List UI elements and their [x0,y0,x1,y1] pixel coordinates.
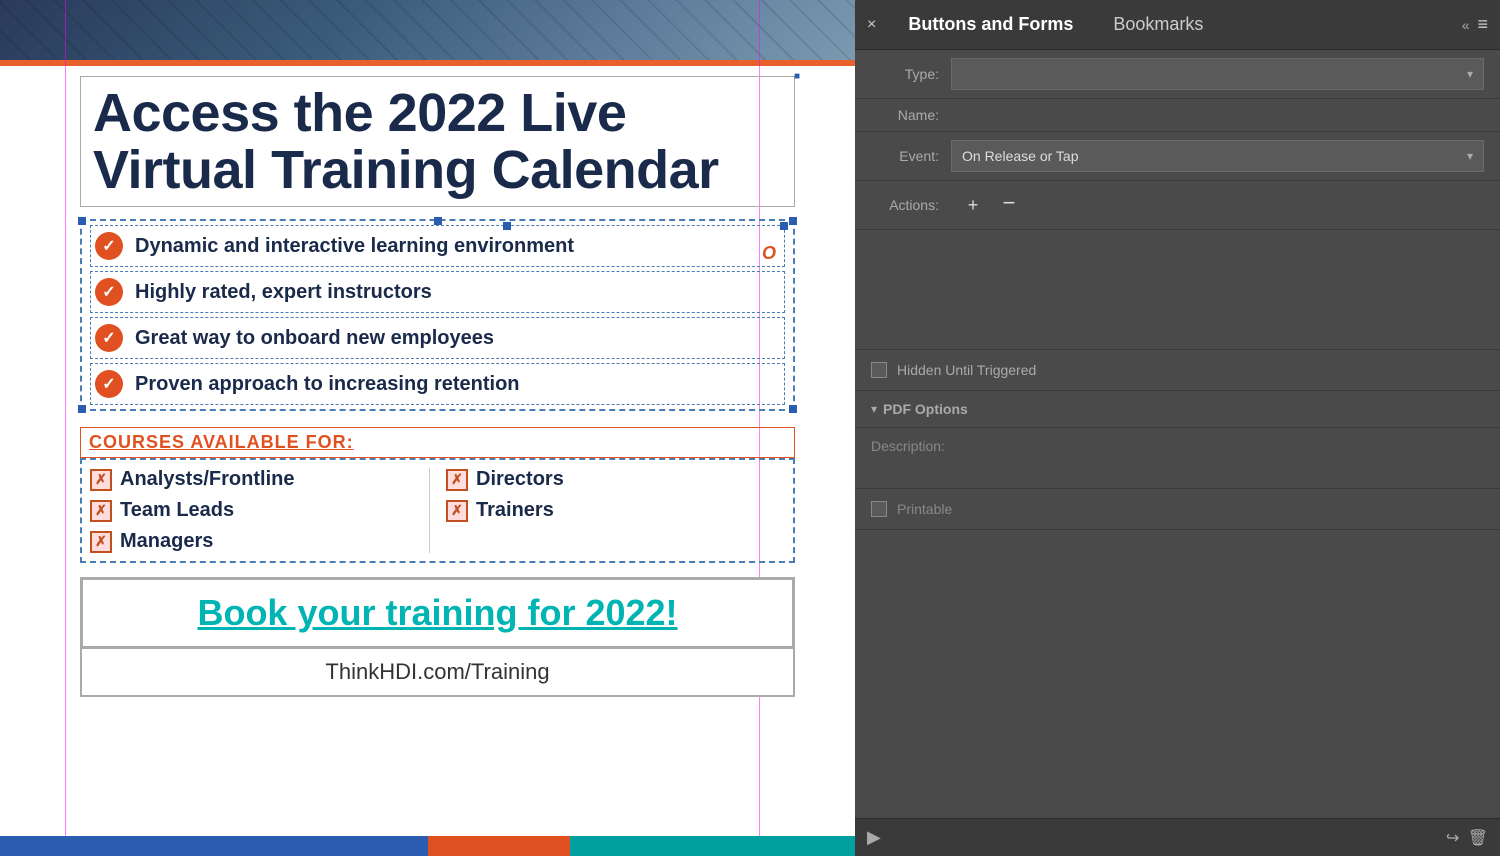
courses-grid[interactable]: Analysts/Frontline Team Leads Managers D… [80,458,795,563]
courses-section: COURSES AVAILABLE FOR: Analysts/Frontlin… [80,427,795,563]
printable-checkbox[interactable] [871,501,887,517]
description-label: Description: [871,438,971,454]
course-text-3: Directors [476,468,564,491]
cta-section[interactable]: Book your training for 2022! ThinkHDI.co… [80,577,795,697]
type-label: Type: [871,66,951,82]
checklist-item-1[interactable]: Highly rated, expert instructors [90,271,785,313]
actions-label: Actions: [871,197,951,213]
handle-br [789,405,797,413]
course-item-0: Analysts/Frontline [90,468,429,491]
courses-header-box[interactable]: COURSES AVAILABLE FOR: [80,427,795,458]
undo-icon[interactable]: ↩ [1446,828,1459,848]
event-label: Event: [871,148,951,164]
panel-footer: ▶ ↩ 🗑 [855,818,1500,856]
bottom-orange [428,836,571,856]
properties-panel: × Buttons and Forms Bookmarks « ≡ Type: … [855,0,1500,856]
description-row: Description: [855,428,1500,489]
bottom-bar [0,836,855,856]
checklist-text-1: Highly rated, expert instructors [135,281,432,304]
checklist-item-3[interactable]: Proven approach to increasing retention [90,363,785,405]
tab-bookmarks[interactable]: Bookmarks [1093,8,1223,41]
hidden-trigger-checkbox[interactable] [871,362,887,378]
type-dropdown[interactable]: ▾ [951,58,1484,90]
course-text-4: Trainers [476,499,554,522]
document-canvas: Access the 2022 Live Virtual Training Ca… [0,0,855,856]
event-value: On Release or Tap [962,148,1078,164]
pdf-options-chevron-icon: ▾ [871,402,877,416]
type-row: Type: ▾ [855,50,1500,99]
pdf-options-label: PDF Options [883,401,968,417]
check-icon-1 [95,278,123,306]
courses-header: COURSES AVAILABLE FOR: [89,432,354,452]
actions-empty-area [855,230,1500,350]
panel-header: × Buttons and Forms Bookmarks « ≡ [855,0,1500,50]
course-checkbox-1[interactable] [90,500,112,522]
course-item-1: Team Leads [90,499,429,522]
add-action-button[interactable]: + [959,191,987,219]
checklist-text-2: Great way to onboard new employees [135,327,494,350]
panel-body: Type: ▾ Name: Event: On Release or Tap ▾… [855,50,1500,818]
course-checkbox-2[interactable] [90,531,112,553]
course-item-4: Trainers [446,499,785,522]
course-text-2: Managers [120,530,213,553]
printable-row: Printable [855,489,1500,530]
handle-bl [78,405,86,413]
handle-tr [789,217,797,225]
type-chevron-icon: ▾ [1467,67,1473,81]
course-text-1: Team Leads [120,499,234,522]
checklist-text-3: Proven approach to increasing retention [135,373,520,396]
tab-buttons-and-forms[interactable]: Buttons and Forms [888,8,1093,41]
italic-o-marker: O [762,243,776,264]
checklist-item-2[interactable]: Great way to onboard new employees [90,317,785,359]
handle-tl [78,217,86,225]
preview-icon[interactable]: ▶ [867,827,881,848]
actions-row: Actions: + − [855,181,1500,230]
event-chevron-icon: ▾ [1467,149,1473,163]
check-icon-0 [95,232,123,260]
description-input[interactable] [971,438,1484,478]
panel-close-button[interactable]: × [867,16,876,34]
remove-action-button[interactable]: − [995,191,1023,219]
pdf-options-row[interactable]: ▾ PDF Options [855,391,1500,428]
event-row: Event: On Release or Tap ▾ [855,132,1500,181]
handle-item-right [780,222,788,230]
course-checkbox-4[interactable] [446,500,468,522]
main-title: Access the 2022 Live Virtual Training Ca… [93,85,782,198]
courses-column-right: Directors Trainers [429,468,785,553]
name-label: Name: [871,107,951,123]
checklist-item-0[interactable]: Dynamic and interactive learning environ… [90,225,785,267]
panel-tabs: Buttons and Forms Bookmarks [888,8,1461,41]
panel-menu-button[interactable]: ≡ [1477,14,1488,35]
course-item-2: Managers [90,530,429,553]
checklist-text-0: Dynamic and interactive learning environ… [135,235,574,258]
header-image [0,0,855,60]
course-checkbox-3[interactable] [446,469,468,491]
courses-column-left: Analysts/Frontline Team Leads Managers [90,468,429,553]
handle-item-mid [503,222,511,230]
course-item-3: Directors [446,468,785,491]
checklist-container[interactable]: Dynamic and interactive learning environ… [80,219,795,411]
panel-collapse-button[interactable]: « [1462,17,1470,33]
cta-button-box[interactable]: Book your training for 2022! [81,578,794,648]
check-icon-2 [95,324,123,352]
handle-tm [434,217,442,225]
course-text-0: Analysts/Frontline [120,468,294,491]
hidden-trigger-row: Hidden Until Triggered [855,350,1500,391]
cta-url: ThinkHDI.com/Training [325,659,549,684]
hidden-trigger-label: Hidden Until Triggered [897,362,1036,378]
name-row: Name: [855,99,1500,132]
event-dropdown[interactable]: On Release or Tap ▾ [951,140,1484,172]
cta-button-text[interactable]: Book your training for 2022! [197,592,677,633]
title-box[interactable]: Access the 2022 Live Virtual Training Ca… [80,76,795,207]
course-checkbox-0[interactable] [90,469,112,491]
printable-label: Printable [897,501,952,517]
cta-url-box: ThinkHDI.com/Training [81,648,794,696]
trash-icon[interactable]: 🗑 [1468,828,1488,848]
check-icon-3 [95,370,123,398]
bottom-blue [0,836,428,856]
bottom-teal [570,836,855,856]
